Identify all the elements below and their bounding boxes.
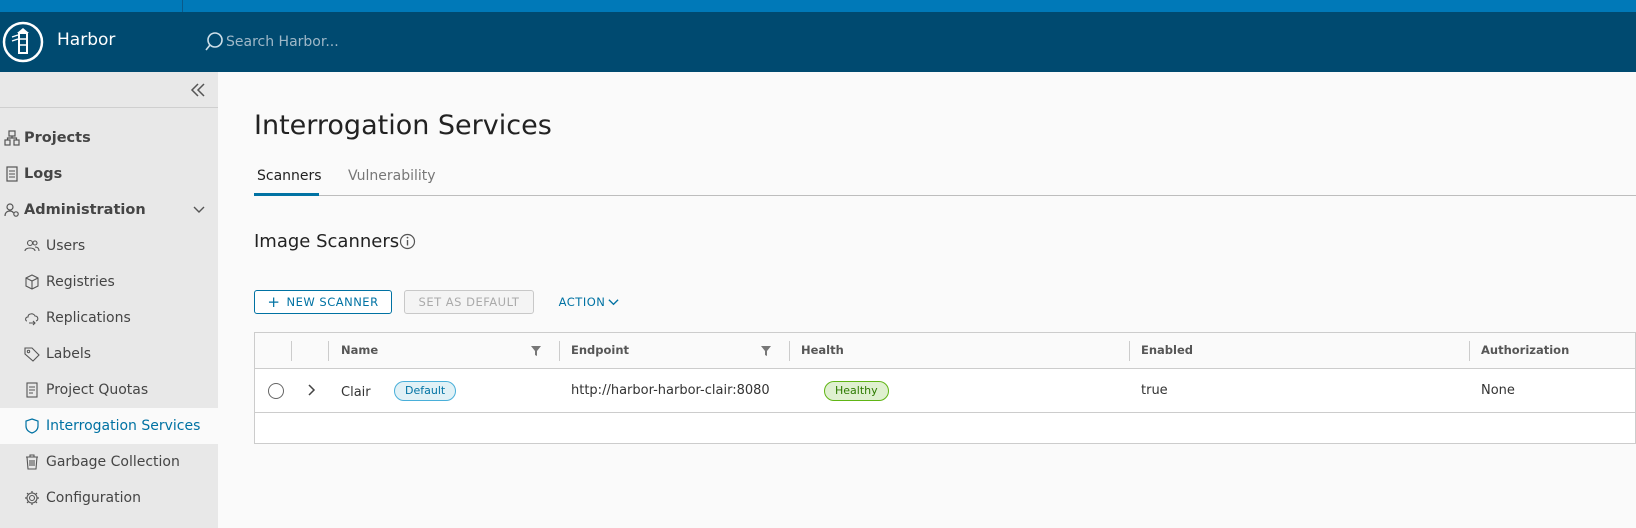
- sidebar-item-label: Projects: [24, 130, 91, 146]
- sidebar-item-project-quotas[interactable]: Project Quotas: [0, 372, 218, 408]
- sidebar-item-projects[interactable]: Projects: [0, 120, 218, 156]
- tab-scanners[interactable]: Scanners: [254, 168, 322, 196]
- action-label: ACTION: [558, 295, 606, 309]
- chevron-down-icon[interactable]: [192, 203, 206, 217]
- tab-vulnerability[interactable]: Vulnerability: [348, 168, 436, 196]
- filter-icon[interactable]: [761, 346, 771, 356]
- garbage-collection-icon: [26, 454, 38, 470]
- column-divider: [1129, 341, 1130, 361]
- scanner-authorization: None: [1481, 383, 1515, 398]
- info-icon[interactable]: [399, 233, 416, 250]
- column-header-health[interactable]: Health: [801, 343, 844, 357]
- scanner-name: Clair: [341, 385, 371, 400]
- registries-icon: [25, 274, 39, 290]
- sidebar-item-users[interactable]: Users: [0, 228, 218, 264]
- sidebar-item-logs[interactable]: Logs: [0, 156, 218, 192]
- column-divider: [1469, 341, 1470, 361]
- scanner-enabled: true: [1141, 383, 1168, 398]
- column-header-enabled[interactable]: Enabled: [1141, 343, 1193, 357]
- scanner-endpoint: http://harbor-harbor-clair:8080: [571, 383, 770, 398]
- sidebar-item-replications[interactable]: Replications: [0, 300, 218, 336]
- search-icon: [205, 32, 223, 51]
- project-quotas-icon: [26, 382, 38, 398]
- row-select-radio[interactable]: [268, 383, 284, 399]
- column-divider: [291, 341, 292, 361]
- sidebar-item-label: Replications: [46, 310, 131, 326]
- sidebar-item-registries[interactable]: Registries: [0, 264, 218, 300]
- configuration-icon: [25, 491, 39, 505]
- chevron-right-icon[interactable]: [305, 383, 319, 397]
- section-title: Image Scanners: [254, 231, 400, 252]
- new-scanner-label: NEW SCANNER: [286, 295, 379, 309]
- sidebar-item-label: Garbage Collection: [46, 454, 180, 470]
- interrogation-services-icon: [25, 418, 39, 434]
- labels-icon: [24, 347, 40, 362]
- new-scanner-button[interactable]: + NEW SCANNER: [254, 290, 392, 314]
- sidebar-item-interrogation-services[interactable]: Interrogation Services: [0, 408, 218, 444]
- main-content: Interrogation Services Scanners Vulnerab…: [218, 72, 1636, 528]
- sidebar-collapse-bar: [0, 72, 218, 108]
- tab-bar: Scanners Vulnerability: [254, 168, 1636, 196]
- harbor-logo-icon[interactable]: [2, 21, 44, 63]
- table-row[interactable]: Clair Default http://harbor-harbor-clair…: [255, 369, 1635, 413]
- column-divider: [559, 341, 560, 361]
- sidebar-item-label: Labels: [46, 346, 92, 362]
- sidebar-item-label: Logs: [24, 166, 63, 182]
- plus-icon: +: [267, 292, 281, 311]
- scanners-table: Name Endpoint Health Enabled Authorizati…: [254, 332, 1636, 444]
- double-chevron-left-icon[interactable]: [188, 80, 208, 100]
- sidebar-item-label: Registries: [46, 274, 115, 290]
- action-dropdown-button[interactable]: ACTION: [554, 290, 624, 314]
- chevron-down-icon: [608, 298, 619, 305]
- column-divider: [328, 341, 329, 361]
- sidebar-item-labels[interactable]: Labels: [0, 336, 218, 372]
- default-badge: Default: [394, 381, 457, 401]
- set-as-default-label: SET AS DEFAULT: [418, 295, 520, 309]
- page-title: Interrogation Services: [254, 110, 552, 141]
- filter-icon[interactable]: [531, 346, 541, 356]
- sidebar-item-label: Interrogation Services: [46, 418, 201, 434]
- column-header-authorization[interactable]: Authorization: [1481, 343, 1569, 357]
- app-title[interactable]: Harbor: [57, 30, 115, 50]
- column-header-name[interactable]: Name: [341, 343, 378, 357]
- logs-icon: [6, 166, 18, 182]
- sidebar-item-label: Users: [46, 238, 86, 254]
- column-header-endpoint[interactable]: Endpoint: [571, 343, 629, 357]
- top-strip: [0, 0, 1636, 12]
- replications-icon: [25, 313, 39, 326]
- health-badge: Healthy: [824, 381, 889, 401]
- administration-icon: [4, 203, 19, 217]
- table-header: Name Endpoint Health Enabled Authorizati…: [255, 333, 1635, 369]
- projects-icon: [4, 130, 20, 146]
- sidebar-item-label: Project Quotas: [46, 382, 149, 398]
- sidebar-item-administration[interactable]: Administration: [0, 192, 218, 228]
- sidebar-item-label: Administration: [24, 202, 146, 218]
- sidebar-item-garbage-collection[interactable]: Garbage Collection: [0, 444, 218, 480]
- top-strip-divider: [182, 0, 183, 12]
- users-icon: [24, 239, 40, 252]
- app-header: Harbor: [0, 12, 1636, 72]
- search-input[interactable]: [226, 28, 646, 56]
- sidebar-item-label: Configuration: [46, 490, 141, 506]
- column-divider: [789, 341, 790, 361]
- sidebar-item-configuration[interactable]: Configuration: [0, 480, 218, 516]
- set-as-default-button[interactable]: SET AS DEFAULT: [404, 290, 534, 314]
